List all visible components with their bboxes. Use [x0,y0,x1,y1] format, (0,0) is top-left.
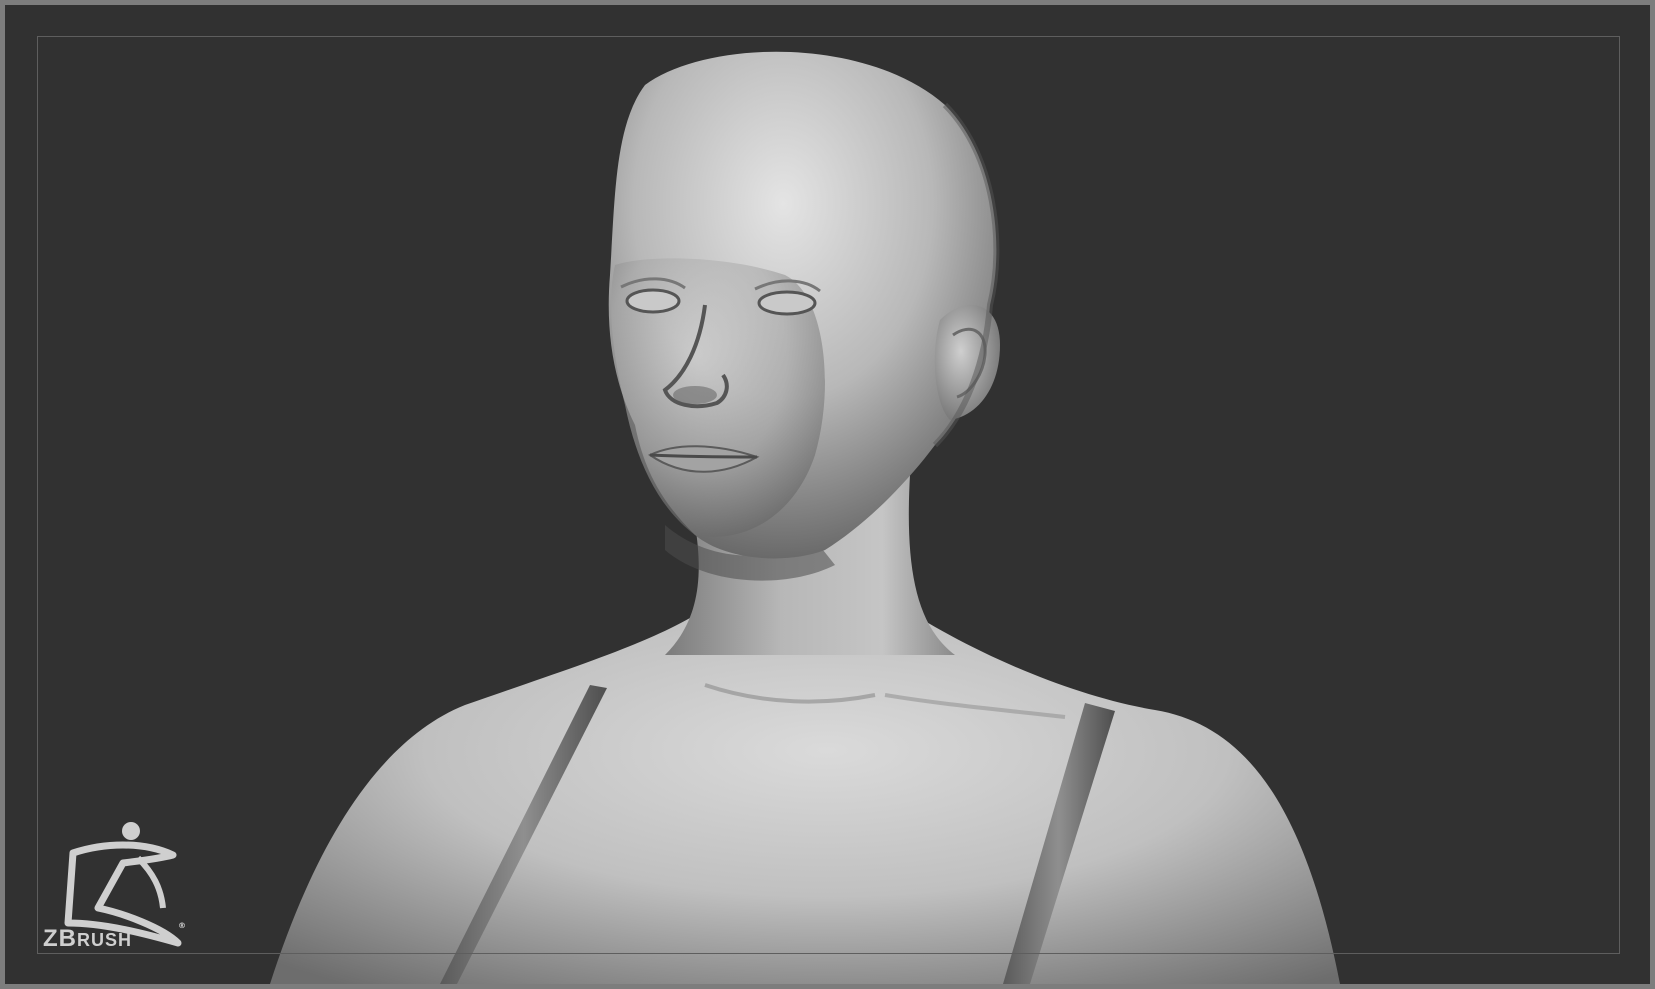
registered-mark: ® [178,921,187,930]
logo-brand-small: RUSH [77,930,133,950]
viewport-frame: ZBRUSH ® [0,0,1655,989]
viewport-guide-border [37,36,1620,954]
zbrush-logo-text: ZBRUSH ® [43,921,186,953]
logo-brand-big: ZB [43,925,77,952]
